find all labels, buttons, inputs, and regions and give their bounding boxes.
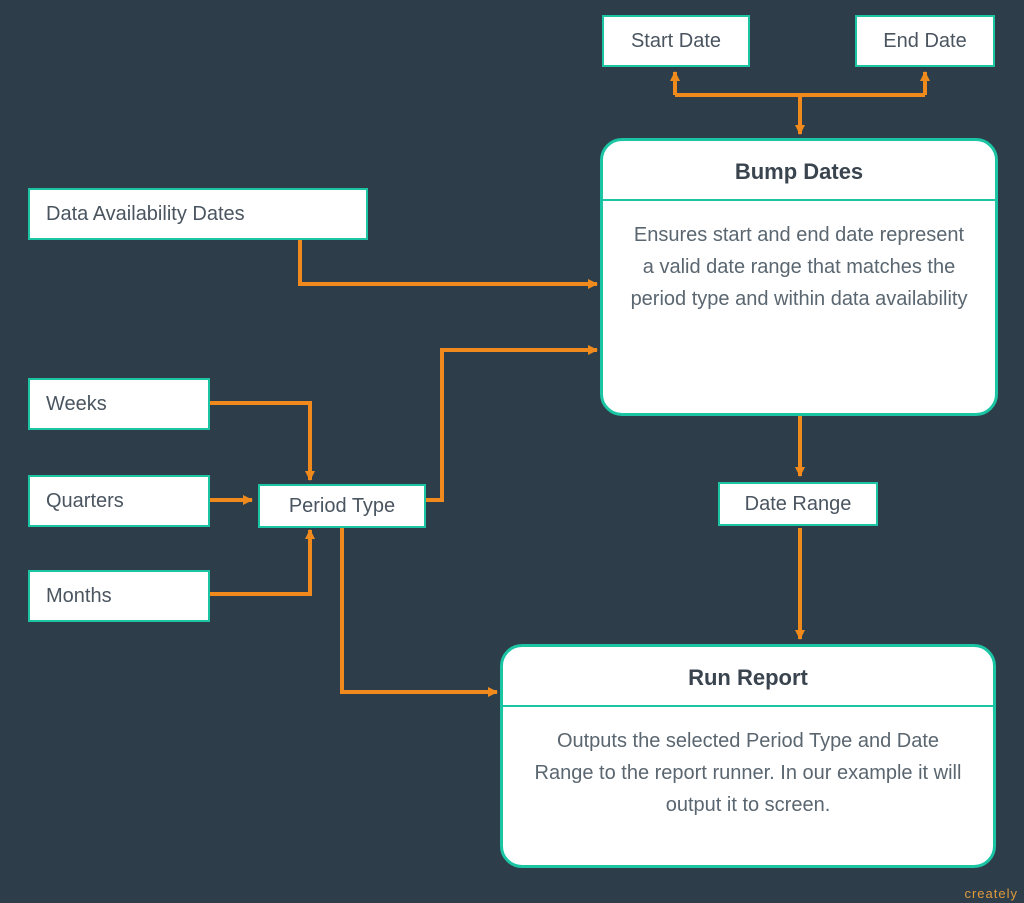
node-run-report: Run Report Outputs the selected Period T… — [500, 644, 996, 868]
node-bump-dates: Bump Dates Ensures start and end date re… — [600, 138, 998, 416]
node-data-availability: Data Availability Dates — [28, 188, 368, 240]
run-report-title: Run Report — [503, 647, 993, 707]
node-quarters: Quarters — [28, 475, 210, 527]
node-weeks: Weeks — [28, 378, 210, 430]
run-report-body: Outputs the selected Period Type and Dat… — [503, 707, 993, 843]
node-months: Months — [28, 570, 210, 622]
node-period-type: Period Type — [258, 484, 426, 528]
node-end-date: End Date — [855, 15, 995, 67]
watermark: creately — [964, 886, 1018, 901]
bump-dates-title: Bump Dates — [603, 141, 995, 201]
node-start-date: Start Date — [602, 15, 750, 67]
bump-dates-body: Ensures start and end date represent a v… — [603, 201, 995, 337]
node-date-range: Date Range — [718, 482, 878, 526]
